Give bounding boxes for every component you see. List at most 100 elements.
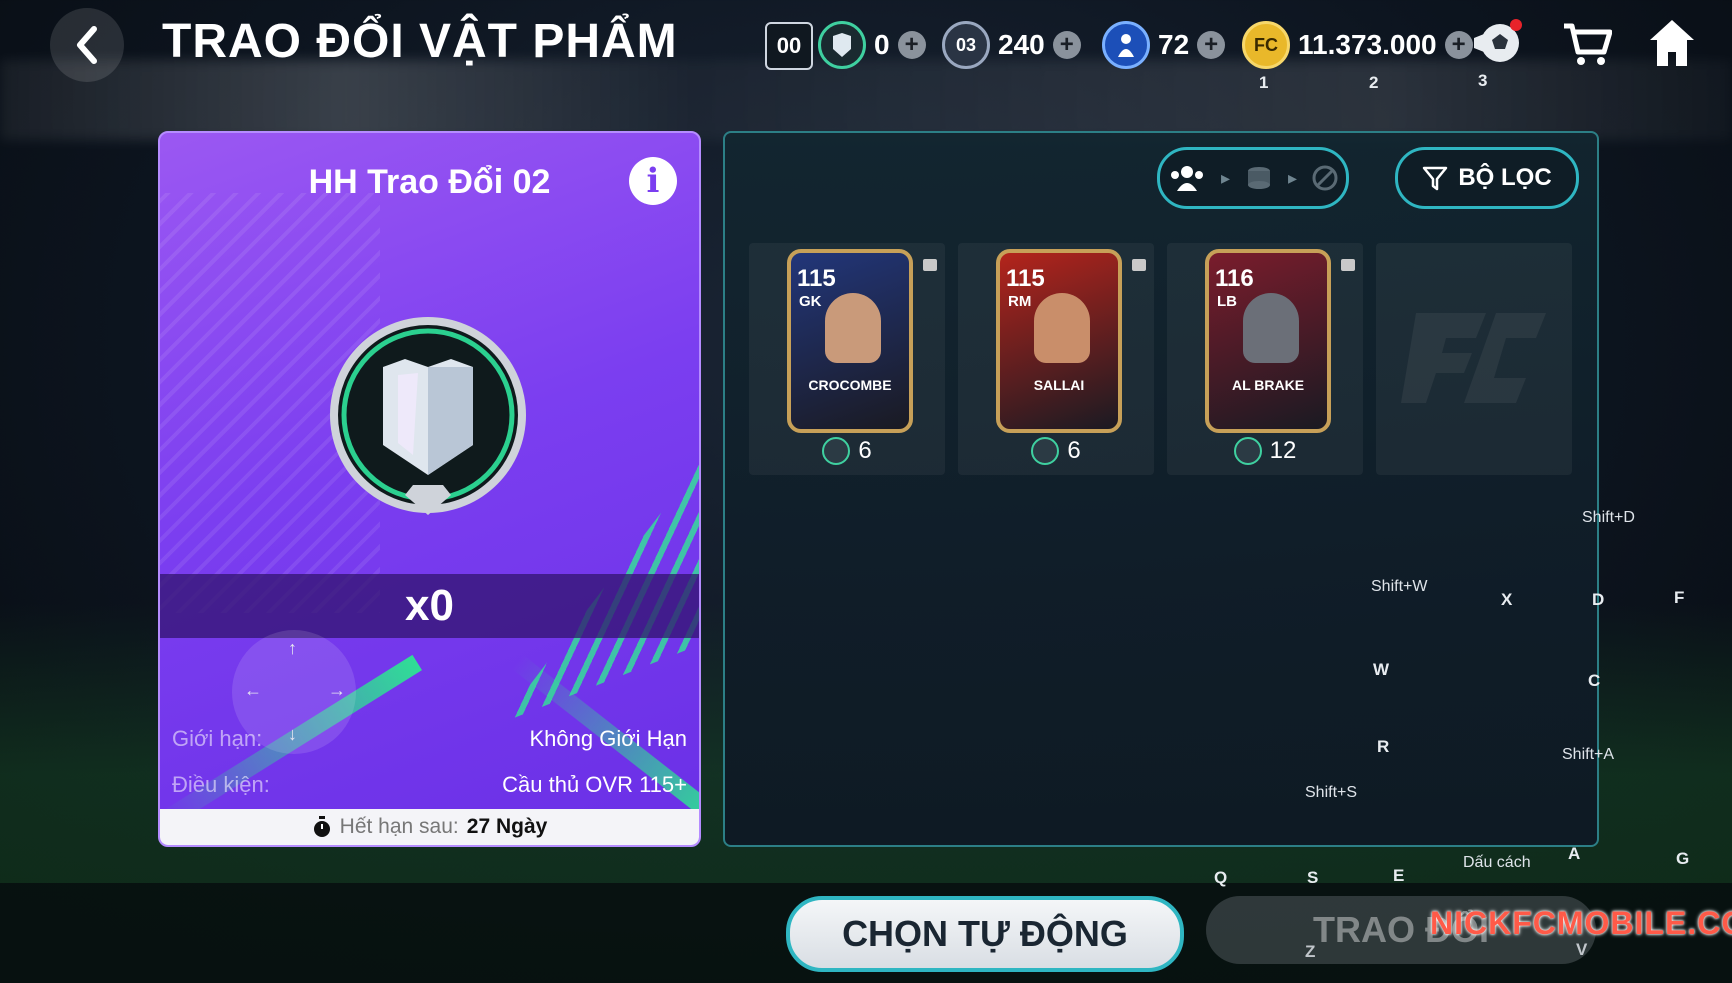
coins-stack-icon — [1247, 167, 1270, 189]
lock-icon — [1341, 259, 1355, 271]
player-cost: 12 — [1167, 437, 1363, 465]
inventory-panel: ▸ ▸ BỘ LỌC 115 GK CROCOMBE 6 115 RM SALL… — [723, 131, 1599, 847]
filter-button[interactable]: BỘ LỌC — [1395, 147, 1579, 209]
football-button[interactable] — [1470, 18, 1526, 68]
players-icon — [1170, 166, 1203, 191]
hotkey-shift-d: Shift+D — [1582, 509, 1635, 526]
hotkey-d: D — [1592, 590, 1605, 609]
filter-label: BỘ LỌC — [1458, 164, 1552, 191]
limit-label: Giới hạn: — [172, 726, 263, 751]
currency-coins: FC 11.373.000 + — [1242, 21, 1473, 69]
player-card: 115 GK CROCOMBE — [787, 249, 913, 433]
currency-player: 72 + — [1102, 21, 1226, 69]
football-icon — [1474, 19, 1522, 62]
add-exchange-token-button[interactable]: + — [897, 31, 926, 59]
player-card: 116 LB AL BRAKE — [1205, 249, 1331, 433]
hotkey-a: A — [1568, 844, 1581, 863]
reward-title: HH Trao Đổi 02 — [308, 163, 551, 201]
dpad-right: → — [328, 680, 346, 700]
expire-bar: Hết hạn sau: 27 Ngày — [160, 809, 699, 845]
player-cost-value: 6 — [858, 437, 872, 464]
no-entry-icon — [1312, 165, 1338, 191]
sort-sequence-toggle[interactable]: ▸ ▸ — [1157, 147, 1349, 209]
player-position: RM — [1008, 293, 1032, 310]
shop-button[interactable] — [1562, 22, 1613, 68]
condition-value: Cầu thủ OVR 115+ — [502, 772, 687, 797]
player-position: LB — [1217, 293, 1237, 310]
arrow-right-icon: ▸ — [1287, 167, 1297, 188]
arrow-right-icon: ▸ — [1220, 167, 1230, 188]
stopwatch-icon — [313, 816, 330, 837]
hotkey-s: S — [1307, 868, 1319, 887]
hotkey-1: 1 — [1259, 73, 1269, 92]
home-button[interactable] — [1648, 18, 1696, 68]
reward-panel: HH Trao Đổi 02 i x0 ↑ ↓ ← → Giới hạn: Kh… — [158, 131, 701, 847]
home-icon — [1650, 20, 1694, 66]
lock-icon — [1132, 259, 1146, 271]
auto-select-button[interactable]: CHỌN TỰ ĐỘNG — [786, 896, 1184, 972]
expire-value: 27 Ngày — [466, 815, 548, 838]
player-name: SALLAI — [1033, 377, 1085, 393]
watermark: NICKFCMOBILE.COM — [1430, 905, 1732, 941]
player-cost: 6 — [749, 437, 945, 465]
player-cost-value: 6 — [1067, 437, 1081, 464]
exchange-token-icon — [822, 437, 851, 465]
player-cost-value: 12 — [1269, 437, 1297, 464]
limit-value: Không Giới Hạn — [529, 726, 687, 751]
page-title: TRAO ĐỔI VẬT PHẨM — [162, 15, 678, 68]
season-03-icon: 03 — [942, 21, 990, 69]
stadium-lights — [0, 60, 1732, 140]
currency-exchange-token: 0 + — [818, 21, 926, 69]
back-button[interactable] — [50, 8, 124, 82]
hotkey-shift-w: Shift+W — [1371, 578, 1428, 595]
hotkey-c: C — [1588, 671, 1601, 690]
hotkey-shift-s: Shift+S — [1305, 784, 1358, 801]
player-icon — [1102, 21, 1150, 69]
exchange-token-emblem-icon — [330, 317, 526, 515]
reward-quantity: x0 — [160, 574, 699, 638]
add-player-button[interactable]: + — [1197, 31, 1226, 59]
info-icon[interactable]: i — [629, 157, 677, 205]
player-slot[interactable]: 115 RM SALLAI 6 — [958, 243, 1154, 475]
player-slot[interactable]: 116 LB AL BRAKE 12 — [1167, 243, 1363, 475]
exchange-token-icon — [1233, 437, 1262, 465]
expire-label: Hết hạn sau: — [339, 815, 459, 838]
code-badge: 00 — [765, 22, 813, 70]
condition-label: Điều kiện: — [172, 772, 270, 797]
exchange-token-value: 0 — [874, 29, 890, 60]
hotkey-g: G — [1676, 849, 1690, 868]
empty-slot[interactable] — [1376, 243, 1572, 475]
lock-icon — [923, 259, 937, 271]
player-portrait — [825, 293, 881, 363]
player-portrait — [1243, 293, 1299, 363]
hotkey-w: W — [1373, 660, 1390, 679]
exchange-token-icon — [1031, 437, 1060, 465]
player-ovr: 115 — [1006, 265, 1045, 292]
player-ovr: 116 — [1215, 265, 1254, 292]
player-slot[interactable]: 115 GK CROCOMBE 6 — [749, 243, 945, 475]
player-ovr: 115 — [797, 265, 836, 292]
hotkey-shift-a: Shift+A — [1562, 746, 1615, 763]
hotkey-3: 3 — [1478, 71, 1488, 90]
player-position: GK — [799, 293, 822, 310]
hotkey-r: R — [1377, 737, 1390, 756]
player-value: 72 — [1158, 29, 1190, 60]
chevron-left-icon — [77, 26, 97, 64]
exchange-token-icon — [818, 21, 866, 69]
hotkey-e: E — [1393, 866, 1405, 885]
player-name: CROCOMBE — [808, 377, 892, 393]
player-cost: 6 — [958, 437, 1154, 465]
hotkey-x: X — [1501, 590, 1513, 609]
add-coins-button[interactable]: + — [1444, 31, 1473, 59]
cart-icon — [1564, 23, 1613, 65]
hotkey-q: Q — [1214, 868, 1228, 887]
season-value: 240 — [998, 29, 1045, 60]
hotkey-f: F — [1674, 588, 1685, 607]
fc-logo-icon — [1401, 313, 1546, 403]
player-card: 115 RM SALLAI — [996, 249, 1122, 433]
currency-season: 03 240 + — [942, 21, 1081, 69]
add-season-button[interactable]: + — [1052, 31, 1081, 59]
limit-row: Giới hạn: Không Giới Hạn — [172, 726, 687, 752]
hotkey-2: 2 — [1369, 73, 1379, 92]
dpad-up: ↑ — [288, 638, 297, 658]
